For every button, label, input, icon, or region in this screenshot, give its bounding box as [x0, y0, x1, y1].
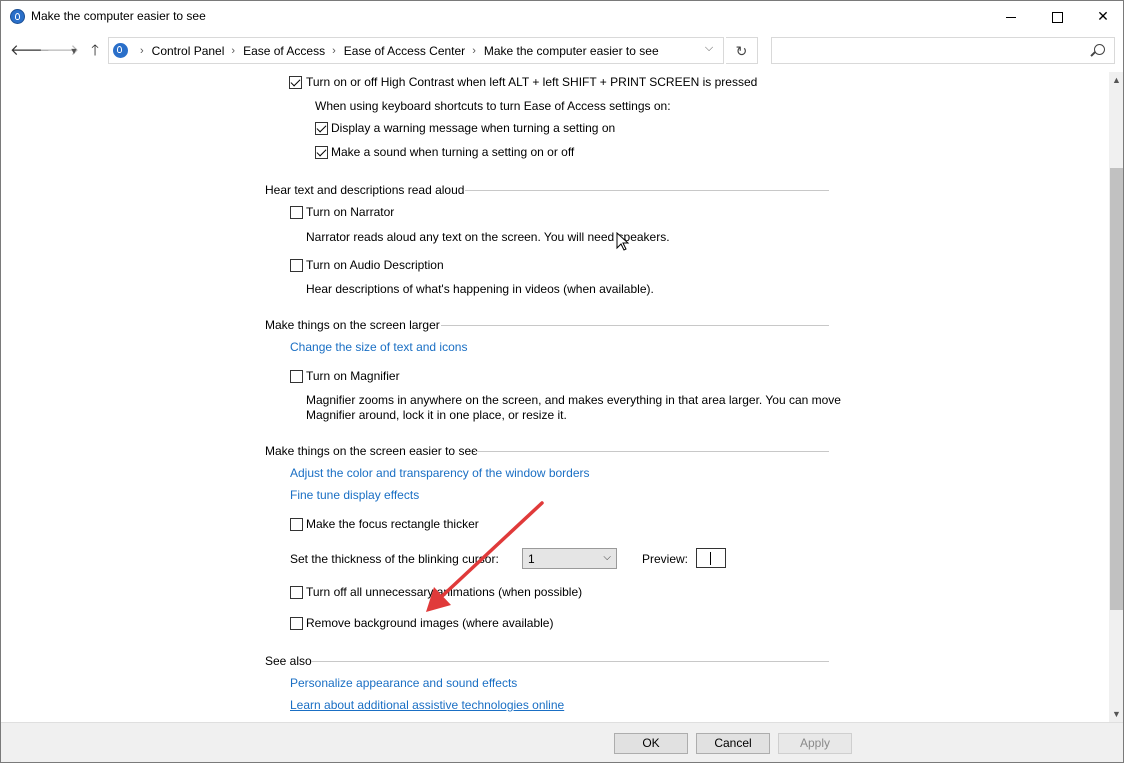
chevron-right-icon[interactable]: ›	[231, 45, 235, 57]
chevron-right-icon: ›	[140, 45, 144, 57]
address-bar[interactable]: › Control Panel › Ease of Access › Ease …	[108, 37, 724, 64]
settings-content: Turn on or off High Contrast when left A…	[1, 72, 1109, 722]
window-title: Make the computer easier to see	[31, 9, 206, 23]
cancel-button[interactable]: Cancel	[696, 733, 770, 754]
control-panel-window: Make the computer easier to see ✕ 🡐 🡒 ▼ …	[0, 0, 1124, 763]
breadcrumb-ease-of-access[interactable]: Ease of Access	[243, 44, 325, 58]
close-button[interactable]: ✕	[1080, 1, 1123, 32]
navigation-bar: 🡐 🡒 ▼ 🡑 › Control Panel › Ease of Access…	[1, 32, 1123, 72]
up-button[interactable]: 🡑	[85, 41, 105, 61]
maximize-button[interactable]	[1034, 1, 1080, 32]
apply-button[interactable]: Apply	[778, 733, 852, 754]
search-input[interactable]	[771, 37, 1115, 64]
minimize-icon	[1006, 16, 1016, 18]
breadcrumb: › Control Panel › Ease of Access › Ease …	[133, 44, 659, 58]
control-panel-icon	[113, 43, 128, 58]
search-icon	[1094, 44, 1105, 55]
dialog-footer: OK Cancel Apply	[1, 722, 1123, 762]
scroll-down-icon[interactable]: ▼	[1109, 706, 1123, 722]
chevron-right-icon[interactable]: ›	[332, 45, 336, 57]
close-icon: ✕	[1097, 8, 1109, 24]
scrollbar-thumb[interactable]	[1110, 168, 1123, 610]
chevron-down-icon[interactable]: ⌵	[699, 42, 719, 55]
breadcrumb-control-panel[interactable]: Control Panel	[152, 44, 225, 58]
ease-of-access-icon	[10, 9, 25, 24]
back-button[interactable]: 🡐	[10, 41, 50, 61]
chevron-right-icon[interactable]: ›	[472, 45, 476, 57]
vertical-scrollbar[interactable]: ▲ ▼	[1109, 72, 1123, 722]
forward-button[interactable]: 🡒	[39, 41, 79, 61]
breadcrumb-current-page[interactable]: Make the computer easier to see	[484, 44, 659, 58]
title-bar: Make the computer easier to see ✕	[1, 1, 1123, 32]
annotation-arrow	[426, 501, 544, 612]
refresh-button[interactable]: ↻	[726, 37, 758, 64]
maximize-icon	[1051, 11, 1063, 23]
recent-locations-button[interactable]: ▼	[64, 41, 84, 61]
refresh-icon: ↻	[735, 43, 748, 59]
ok-button[interactable]: OK	[614, 733, 688, 754]
minimize-button[interactable]	[988, 1, 1034, 32]
scroll-up-icon[interactable]: ▲	[1109, 72, 1123, 88]
breadcrumb-ease-of-access-center[interactable]: Ease of Access Center	[344, 44, 465, 58]
